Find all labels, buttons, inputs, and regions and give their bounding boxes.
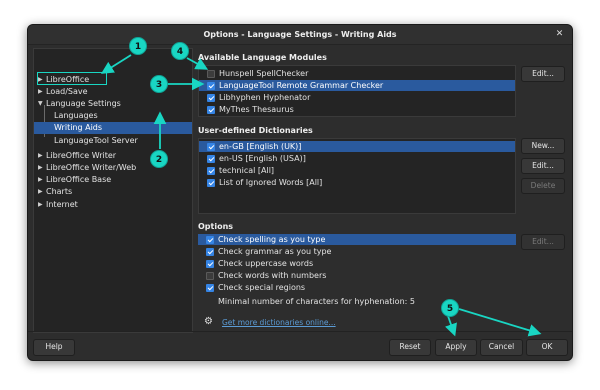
dictionary-checkbox[interactable] xyxy=(207,179,215,187)
dictionary-label: en-GB [English (UK)] xyxy=(219,142,302,151)
options-heading: Options xyxy=(198,222,234,231)
gear-icon: ⚙ xyxy=(204,316,213,327)
dictionaries-list[interactable]: en-GB [English (UK)] en-US [English (USA… xyxy=(198,138,516,214)
modules-heading: Available Language Modules xyxy=(198,53,327,62)
options-edit-button[interactable]: Edit... xyxy=(521,234,565,250)
dictionary-item-technical[interactable]: technical [All] xyxy=(199,165,515,176)
chevron-right-icon[interactable]: ▶ xyxy=(38,86,43,98)
ok-button[interactable]: OK xyxy=(526,339,568,356)
annotation-marker-3: 3 xyxy=(150,75,168,93)
dictionary-label: List of Ignored Words [All] xyxy=(219,178,323,187)
option-checkbox[interactable] xyxy=(206,284,214,292)
annotation-marker-1: 1 xyxy=(129,37,147,55)
dictionary-delete-button[interactable]: Delete xyxy=(521,178,565,194)
tree-item-label: Load/Save xyxy=(46,87,88,96)
tree-item-libreoffice-writer[interactable]: ▶ LibreOffice Writer xyxy=(34,150,192,162)
dictionary-label: technical [All] xyxy=(219,166,275,175)
tree-item-writing-aids[interactable]: Writing Aids xyxy=(34,122,192,134)
dictionary-edit-button[interactable]: Edit... xyxy=(521,158,565,174)
chevron-right-icon[interactable]: ▶ xyxy=(38,174,43,186)
option-item-special-regions[interactable]: Check special regions xyxy=(198,282,516,293)
tree-item-label: LibreOffice Writer xyxy=(46,151,117,160)
footer-separator xyxy=(28,331,572,332)
option-item-uppercase[interactable]: Check uppercase words xyxy=(198,258,516,269)
tree-item-label: Language Settings xyxy=(46,99,121,108)
option-checkbox[interactable] xyxy=(206,272,214,280)
tree-item-label: Charts xyxy=(46,187,73,196)
dictionaries-heading: User-defined Dictionaries xyxy=(198,126,313,135)
option-label: Check uppercase words xyxy=(218,259,314,268)
module-item-languagetool[interactable]: LanguageTool Remote Grammar Checker xyxy=(199,80,515,91)
module-label: Libhyphen Hyphenator xyxy=(219,93,311,102)
module-checkbox[interactable] xyxy=(207,94,215,102)
option-label: Check special regions xyxy=(218,283,306,292)
tree-item-label: Writing Aids xyxy=(54,123,103,132)
option-item-spelling[interactable]: Check spelling as you type xyxy=(198,234,516,245)
modules-list[interactable]: Hunspell SpellChecker LanguageTool Remot… xyxy=(198,65,516,117)
apply-button[interactable]: Apply xyxy=(435,339,477,356)
tree-item-label: LanguageTool Server xyxy=(54,136,138,145)
tree-item-label: LibreOffice Base xyxy=(46,175,112,184)
module-checkbox[interactable] xyxy=(207,70,215,78)
annotation-marker-2: 2 xyxy=(150,150,168,168)
dictionary-label: en-US [English (USA)] xyxy=(219,154,306,163)
chevron-right-icon[interactable]: ▶ xyxy=(38,199,43,211)
hyphenation-min-chars-value: 5 xyxy=(409,297,415,306)
tree-item-libreoffice-writer-web[interactable]: ▶ LibreOffice Writer/Web xyxy=(34,162,192,174)
options-dialog: Options - Language Settings - Writing Ai… xyxy=(27,24,573,361)
options-list[interactable]: Check spelling as you type Check grammar… xyxy=(198,234,516,296)
tree-item-languages[interactable]: Languages xyxy=(34,110,192,122)
option-label: Check spelling as you type xyxy=(218,235,326,244)
language-settings-highlight xyxy=(37,72,107,85)
cancel-button[interactable]: Cancel xyxy=(480,339,523,356)
tree-item-internet[interactable]: ▶ Internet xyxy=(34,199,192,211)
module-item-libhyphen[interactable]: Libhyphen Hyphenator xyxy=(199,92,515,103)
close-icon[interactable]: ✕ xyxy=(553,28,566,41)
tree-item-label: Languages xyxy=(54,111,98,120)
tree-item-load-save[interactable]: ▶ Load/Save xyxy=(34,86,192,98)
module-label: MyThes Thesaurus xyxy=(219,105,294,114)
dictionary-checkbox[interactable] xyxy=(207,143,215,151)
chevron-right-icon[interactable]: ▶ xyxy=(38,162,43,174)
window-title: Options - Language Settings - Writing Ai… xyxy=(203,30,397,39)
tree-item-label: Internet xyxy=(46,200,78,209)
hyphenation-min-chars: Minimal number of characters for hyphena… xyxy=(218,297,415,306)
tree-item-charts[interactable]: ▶ Charts xyxy=(34,186,192,198)
module-item-hunspell[interactable]: Hunspell SpellChecker xyxy=(199,68,515,79)
hyphenation-min-chars-label: Minimal number of characters for hyphena… xyxy=(218,297,408,306)
option-checkbox[interactable] xyxy=(206,260,214,268)
tree-item-languagetool-server[interactable]: LanguageTool Server xyxy=(34,135,192,147)
option-checkbox[interactable] xyxy=(206,248,214,256)
module-label: Hunspell SpellChecker xyxy=(219,69,309,78)
dictionary-item-en-gb[interactable]: en-GB [English (UK)] xyxy=(199,141,515,152)
dictionary-checkbox[interactable] xyxy=(207,155,215,163)
chevron-right-icon[interactable]: ▶ xyxy=(38,150,43,162)
chevron-right-icon[interactable]: ▶ xyxy=(38,186,43,198)
option-label: Check words with numbers xyxy=(218,271,327,280)
option-label: Check grammar as you type xyxy=(218,247,332,256)
help-button[interactable]: Help xyxy=(33,339,75,356)
tree-item-language-settings[interactable]: ▼ Language Settings xyxy=(34,98,192,110)
dictionary-new-button[interactable]: New... xyxy=(521,138,565,154)
module-checkbox[interactable] xyxy=(207,106,215,114)
module-label: LanguageTool Remote Grammar Checker xyxy=(219,81,384,90)
module-item-mythes[interactable]: MyThes Thesaurus xyxy=(199,104,515,115)
dictionary-item-en-us[interactable]: en-US [English (USA)] xyxy=(199,153,515,164)
modules-edit-button[interactable]: Edit... xyxy=(521,66,565,82)
more-dictionaries-link[interactable]: Get more dictionaries online... xyxy=(222,318,336,327)
dictionary-checkbox[interactable] xyxy=(207,167,215,175)
title-bar: Options - Language Settings - Writing Ai… xyxy=(28,25,572,45)
option-item-numbers[interactable]: Check words with numbers xyxy=(198,270,516,281)
reset-button[interactable]: Reset xyxy=(389,339,431,356)
module-checkbox[interactable] xyxy=(207,82,215,90)
option-checkbox[interactable] xyxy=(206,236,214,244)
annotation-marker-5: 5 xyxy=(441,299,459,317)
options-tree[interactable]: ▶ LibreOffice ▶ Load/Save ▼ Language Set… xyxy=(33,48,193,333)
dictionary-item-ignored-words[interactable]: List of Ignored Words [All] xyxy=(199,177,515,188)
option-item-grammar[interactable]: Check grammar as you type xyxy=(198,246,516,257)
chevron-down-icon[interactable]: ▼ xyxy=(38,98,43,110)
tree-item-libreoffice-base[interactable]: ▶ LibreOffice Base xyxy=(34,174,192,186)
annotation-marker-4: 4 xyxy=(171,42,189,60)
tree-item-label: LibreOffice Writer/Web xyxy=(46,163,137,172)
